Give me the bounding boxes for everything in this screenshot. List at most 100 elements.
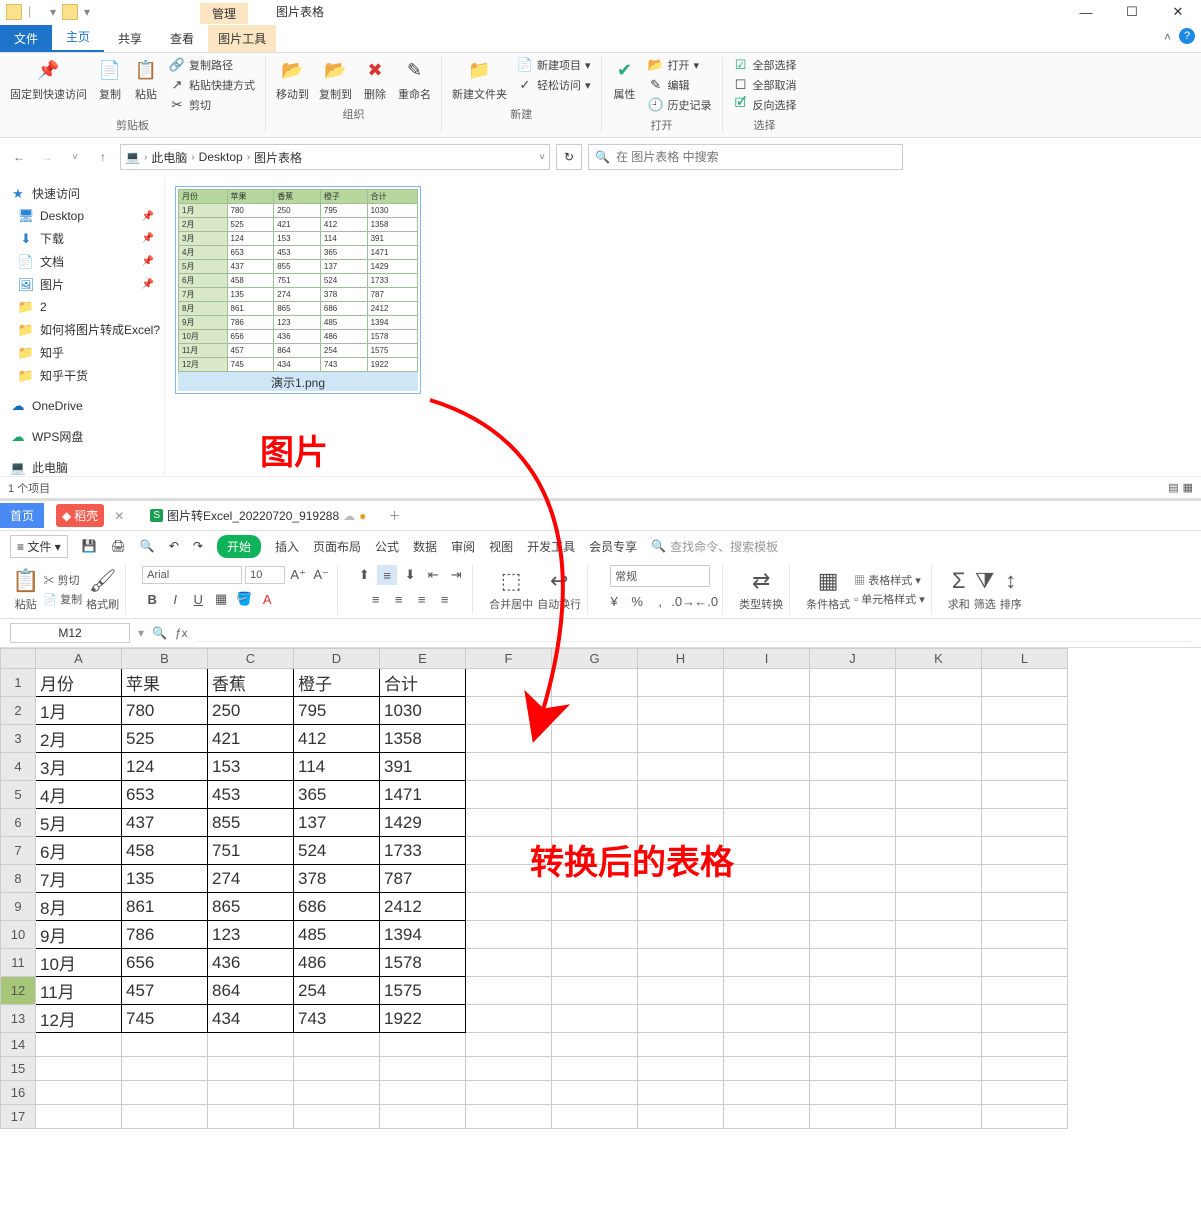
cell[interactable]: 453 bbox=[208, 781, 294, 809]
cell[interactable] bbox=[724, 1005, 810, 1033]
align-bottom-button[interactable]: ⬇ bbox=[400, 565, 420, 585]
cell[interactable] bbox=[896, 949, 982, 977]
cell[interactable] bbox=[552, 865, 638, 893]
cell[interactable] bbox=[896, 725, 982, 753]
cut-button[interactable]: ✂剪切 bbox=[169, 97, 255, 113]
table-style-button[interactable]: ▦ 表格样式 ▾ bbox=[854, 572, 925, 588]
refresh-button[interactable]: ↻ bbox=[556, 144, 582, 170]
sum-button[interactable]: Σ求和 bbox=[948, 568, 970, 612]
row-header[interactable]: 16 bbox=[1, 1081, 36, 1105]
cell[interactable] bbox=[982, 725, 1068, 753]
cell[interactable] bbox=[982, 837, 1068, 865]
breadcrumb-root[interactable]: 此电脑 bbox=[151, 149, 187, 166]
indent-increase-button[interactable]: ⇥ bbox=[446, 565, 466, 585]
wps-tab-document[interactable]: S图片转Excel_20220720_919288☁● bbox=[142, 503, 374, 528]
column-header[interactable]: G bbox=[552, 649, 638, 669]
minimize-button[interactable]: — bbox=[1063, 0, 1109, 24]
cell[interactable] bbox=[294, 1057, 380, 1081]
delete-button[interactable]: ✖删除 bbox=[362, 57, 388, 102]
column-header[interactable]: I bbox=[724, 649, 810, 669]
qat-more-icon[interactable]: ▾ bbox=[84, 5, 90, 19]
cell[interactable] bbox=[552, 1033, 638, 1057]
cell[interactable] bbox=[810, 1057, 896, 1081]
cell[interactable] bbox=[552, 1081, 638, 1105]
wps-tab-home[interactable]: 首页 bbox=[0, 503, 44, 528]
cell[interactable]: 1429 bbox=[380, 809, 466, 837]
row-header[interactable]: 7 bbox=[1, 837, 36, 865]
cell[interactable] bbox=[724, 697, 810, 725]
nav-zhihu-dry[interactable]: 📁知乎干货 bbox=[4, 364, 160, 387]
cell[interactable]: 5月 bbox=[36, 809, 122, 837]
cell[interactable] bbox=[552, 781, 638, 809]
new-folder-button[interactable]: 📁新建文件夹 bbox=[452, 57, 507, 102]
cell[interactable] bbox=[380, 1105, 466, 1129]
app-menu-button[interactable]: ≡ 文件 ▾ bbox=[10, 535, 68, 558]
cell[interactable] bbox=[466, 753, 552, 781]
underline-button[interactable]: U bbox=[188, 589, 208, 609]
cell[interactable]: 786 bbox=[122, 921, 208, 949]
align-top-button[interactable]: ⬆ bbox=[354, 565, 374, 585]
recent-dropdown[interactable]: ˅ bbox=[64, 146, 86, 168]
menu-data[interactable]: 数据 bbox=[413, 538, 437, 555]
breadcrumb-desktop[interactable]: Desktop bbox=[199, 150, 243, 164]
cell[interactable] bbox=[466, 669, 552, 697]
cell[interactable]: 365 bbox=[294, 781, 380, 809]
column-header[interactable]: D bbox=[294, 649, 380, 669]
cell[interactable]: 795 bbox=[294, 697, 380, 725]
cell[interactable] bbox=[294, 1033, 380, 1057]
cell[interactable] bbox=[466, 921, 552, 949]
cell[interactable] bbox=[810, 1005, 896, 1033]
easy-access-button[interactable]: ✓轻松访问 ▾ bbox=[517, 77, 591, 93]
nav-pane[interactable]: ★快速访问 🖥Desktop📌 ⬇下载📌 📄文档📌 🖼图片📌 📁2 📁如何将图片… bbox=[0, 176, 165, 476]
cell[interactable] bbox=[638, 1105, 724, 1129]
cell[interactable] bbox=[982, 949, 1068, 977]
cell[interactable]: 橙子 bbox=[294, 669, 380, 697]
close-button[interactable]: ✕ bbox=[1155, 0, 1201, 24]
formula-bar[interactable] bbox=[196, 624, 1191, 642]
cell[interactable] bbox=[810, 809, 896, 837]
cell[interactable]: 135 bbox=[122, 865, 208, 893]
cell[interactable] bbox=[638, 725, 724, 753]
breadcrumb-folder[interactable]: 图片表格 bbox=[254, 149, 302, 166]
tab-file[interactable]: 文件 bbox=[0, 25, 52, 52]
cell[interactable] bbox=[810, 725, 896, 753]
cell[interactable]: 1575 bbox=[380, 977, 466, 1005]
align-middle-button[interactable]: ≡ bbox=[377, 565, 397, 585]
pin-button[interactable]: 📌 固定到快速访问 bbox=[10, 57, 87, 102]
column-header[interactable]: H bbox=[638, 649, 724, 669]
cell[interactable] bbox=[724, 1081, 810, 1105]
cell[interactable] bbox=[982, 753, 1068, 781]
cell[interactable] bbox=[810, 977, 896, 1005]
cell[interactable]: 437 bbox=[122, 809, 208, 837]
row-header[interactable]: 11 bbox=[1, 949, 36, 977]
row-header[interactable]: 15 bbox=[1, 1057, 36, 1081]
cell[interactable] bbox=[638, 977, 724, 1005]
cell[interactable] bbox=[982, 1057, 1068, 1081]
cell[interactable] bbox=[552, 1005, 638, 1033]
cell[interactable] bbox=[552, 809, 638, 837]
cell[interactable] bbox=[724, 921, 810, 949]
cell[interactable]: 861 bbox=[122, 893, 208, 921]
cut-button[interactable]: ✂ 剪切 bbox=[43, 572, 82, 588]
select-all-button[interactable]: ☑全部选择 bbox=[733, 57, 797, 73]
cell[interactable] bbox=[896, 669, 982, 697]
nav-onedrive[interactable]: ☁OneDrive bbox=[4, 395, 160, 417]
cell[interactable] bbox=[810, 753, 896, 781]
format-painter-button[interactable]: 🖌格式刷 bbox=[86, 568, 119, 612]
cell[interactable]: 123 bbox=[208, 921, 294, 949]
justify-button[interactable]: ≡ bbox=[435, 589, 455, 609]
properties-button[interactable]: ✔属性 bbox=[612, 57, 638, 102]
cell[interactable]: 1733 bbox=[380, 837, 466, 865]
cell[interactable]: 合计 bbox=[380, 669, 466, 697]
cell[interactable]: 745 bbox=[122, 1005, 208, 1033]
cell[interactable] bbox=[724, 669, 810, 697]
maximize-button[interactable]: ☐ bbox=[1109, 0, 1155, 24]
cell[interactable] bbox=[638, 1005, 724, 1033]
cond-format-button[interactable]: ▦条件格式 bbox=[806, 568, 850, 612]
cell[interactable] bbox=[638, 753, 724, 781]
cell[interactable] bbox=[724, 1057, 810, 1081]
cell[interactable]: 124 bbox=[122, 753, 208, 781]
cell[interactable] bbox=[122, 1105, 208, 1129]
cell[interactable] bbox=[638, 1033, 724, 1057]
cell[interactable]: 9月 bbox=[36, 921, 122, 949]
